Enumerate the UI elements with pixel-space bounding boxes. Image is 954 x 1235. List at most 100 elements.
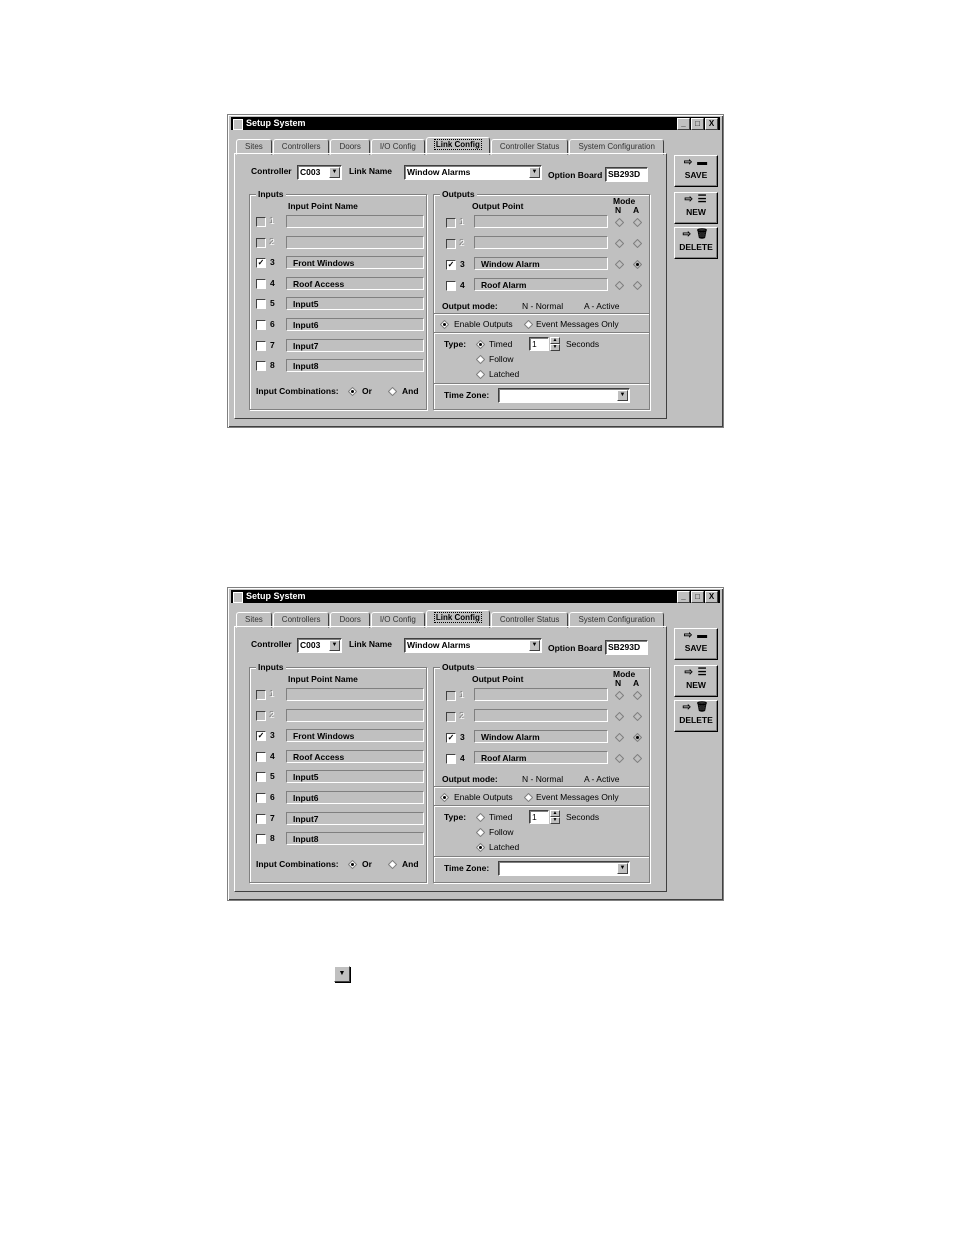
output-point-field[interactable] <box>474 236 608 249</box>
close-button[interactable]: X <box>705 118 718 130</box>
spin-down-icon[interactable]: ▼ <box>550 817 560 824</box>
input-point-name-field[interactable]: Input6 <box>286 791 424 804</box>
link-name-select[interactable]: Window Alarms ▼ <box>404 638 542 653</box>
mode-active-radio[interactable] <box>633 260 642 269</box>
delete-button[interactable]: ⇨ 🗑 DELETE <box>674 227 718 259</box>
output-point-field[interactable] <box>474 215 608 228</box>
radio-and[interactable] <box>388 387 397 396</box>
output-point-field[interactable]: Roof Alarm <box>474 751 608 764</box>
mode-active-radio[interactable] <box>633 712 642 721</box>
mode-active-radio[interactable] <box>633 691 642 700</box>
seconds-input[interactable]: 1 <box>529 810 549 824</box>
spin-up-icon[interactable]: ▲ <box>550 337 560 344</box>
input-point-name-field[interactable]: Roof Access <box>286 276 424 290</box>
input-checkbox[interactable] <box>256 834 266 845</box>
mode-normal-radio[interactable] <box>615 260 624 269</box>
chevron-down-icon[interactable]: ▼ <box>617 863 628 874</box>
output-point-field[interactable]: Roof Alarm <box>474 278 608 291</box>
mode-normal-radio[interactable] <box>615 281 624 290</box>
input-point-name-field[interactable]: Input7 <box>286 338 424 352</box>
maximize-button[interactable]: □ <box>691 591 704 603</box>
input-point-name-field[interactable]: Input8 <box>286 359 424 373</box>
enable-outputs-radio[interactable] <box>440 320 449 329</box>
enable-outputs-radio[interactable] <box>440 793 449 802</box>
chevron-down-icon[interactable]: ▼ <box>529 167 540 178</box>
title-bar[interactable]: Setup System _ □ X <box>231 590 720 603</box>
event-messages-radio[interactable] <box>524 793 533 802</box>
input-point-name-field[interactable] <box>286 215 424 228</box>
input-checkbox[interactable] <box>256 299 266 310</box>
output-point-field[interactable] <box>474 688 608 701</box>
mode-active-radio[interactable] <box>633 754 642 763</box>
time-zone-select[interactable]: ▼ <box>498 388 630 403</box>
delete-button[interactable]: ⇨ 🗑 DELETE <box>674 700 718 732</box>
save-button[interactable]: ⇨ ▬ SAVE <box>674 628 718 660</box>
output-checkbox[interactable] <box>446 239 456 249</box>
input-checkbox[interactable]: ✓ <box>256 258 266 269</box>
output-checkbox[interactable] <box>446 754 456 764</box>
input-checkbox[interactable]: ✓ <box>256 731 266 742</box>
output-checkbox[interactable] <box>446 691 456 701</box>
option-board-field[interactable]: SB293D <box>605 167 648 182</box>
input-point-name-field[interactable]: Front Windows <box>286 729 424 743</box>
maximize-button[interactable]: □ <box>691 118 704 130</box>
minimize-button[interactable]: _ <box>677 591 690 603</box>
save-button[interactable]: ⇨ ▬ SAVE <box>674 155 718 187</box>
input-checkbox[interactable] <box>256 690 266 700</box>
time-zone-select[interactable]: ▼ <box>498 861 630 876</box>
mode-normal-radio[interactable] <box>615 239 624 248</box>
mode-active-radio[interactable] <box>633 239 642 248</box>
input-checkbox[interactable] <box>256 793 266 803</box>
chevron-down-icon[interactable]: ▼ <box>529 640 540 651</box>
input-point-name-field[interactable]: Input8 <box>286 832 424 846</box>
input-point-name-field[interactable] <box>286 688 424 701</box>
radio-or[interactable] <box>348 387 357 396</box>
spin-up-icon[interactable]: ▲ <box>550 810 560 817</box>
close-button[interactable]: X <box>705 591 718 603</box>
output-checkbox[interactable] <box>446 218 456 228</box>
radio-or[interactable] <box>348 860 357 869</box>
output-point-field[interactable]: Window Alarm <box>474 730 608 743</box>
input-point-name-field[interactable]: Front Windows <box>286 256 424 270</box>
mode-normal-radio[interactable] <box>615 691 624 700</box>
input-checkbox[interactable] <box>256 320 266 330</box>
new-button[interactable]: ⇨ ☰ NEW <box>674 665 718 697</box>
input-point-name-field[interactable]: Input5 <box>286 297 424 311</box>
new-button[interactable]: ⇨ ☰ NEW <box>674 192 718 224</box>
input-checkbox[interactable] <box>256 340 266 351</box>
type-follow-radio[interactable] <box>476 355 485 364</box>
controller-select[interactable]: C003 ▼ <box>297 638 342 653</box>
type-latched-radio[interactable] <box>476 370 485 379</box>
seconds-input[interactable]: 1 <box>529 337 549 351</box>
output-checkbox[interactable] <box>446 712 456 722</box>
input-checkbox[interactable] <box>256 278 266 289</box>
mode-normal-radio[interactable] <box>615 754 624 763</box>
input-point-name-field[interactable] <box>286 235 424 249</box>
type-latched-radio[interactable] <box>476 843 485 852</box>
mode-normal-radio[interactable] <box>615 712 624 721</box>
title-bar[interactable]: Setup System _ □ X <box>231 117 720 130</box>
chevron-down-icon[interactable]: ▼ <box>617 390 628 401</box>
input-point-name-field[interactable]: Input6 <box>286 318 424 331</box>
mode-active-radio[interactable] <box>633 281 642 290</box>
link-name-select[interactable]: Window Alarms ▼ <box>404 165 542 180</box>
radio-and[interactable] <box>388 860 397 869</box>
mode-normal-radio[interactable] <box>615 218 624 227</box>
input-point-name-field[interactable]: Input5 <box>286 770 424 784</box>
event-messages-radio[interactable] <box>524 320 533 329</box>
type-follow-radio[interactable] <box>476 828 485 837</box>
type-timed-radio[interactable] <box>476 340 485 349</box>
input-checkbox[interactable] <box>256 751 266 762</box>
seconds-spinner[interactable]: ▲ ▼ <box>550 337 560 351</box>
mode-active-radio[interactable] <box>633 218 642 227</box>
minimize-button[interactable]: _ <box>677 118 690 130</box>
output-checkbox[interactable]: ✓ <box>446 733 456 743</box>
output-point-field[interactable]: Window Alarm <box>474 257 608 270</box>
output-checkbox[interactable]: ✓ <box>446 260 456 270</box>
input-point-name-field[interactable]: Input7 <box>286 811 424 825</box>
input-point-name-field[interactable] <box>286 708 424 722</box>
type-timed-radio[interactable] <box>476 813 485 822</box>
input-checkbox[interactable] <box>256 710 266 721</box>
option-board-field[interactable]: SB293D <box>605 640 648 655</box>
input-checkbox[interactable] <box>256 813 266 824</box>
